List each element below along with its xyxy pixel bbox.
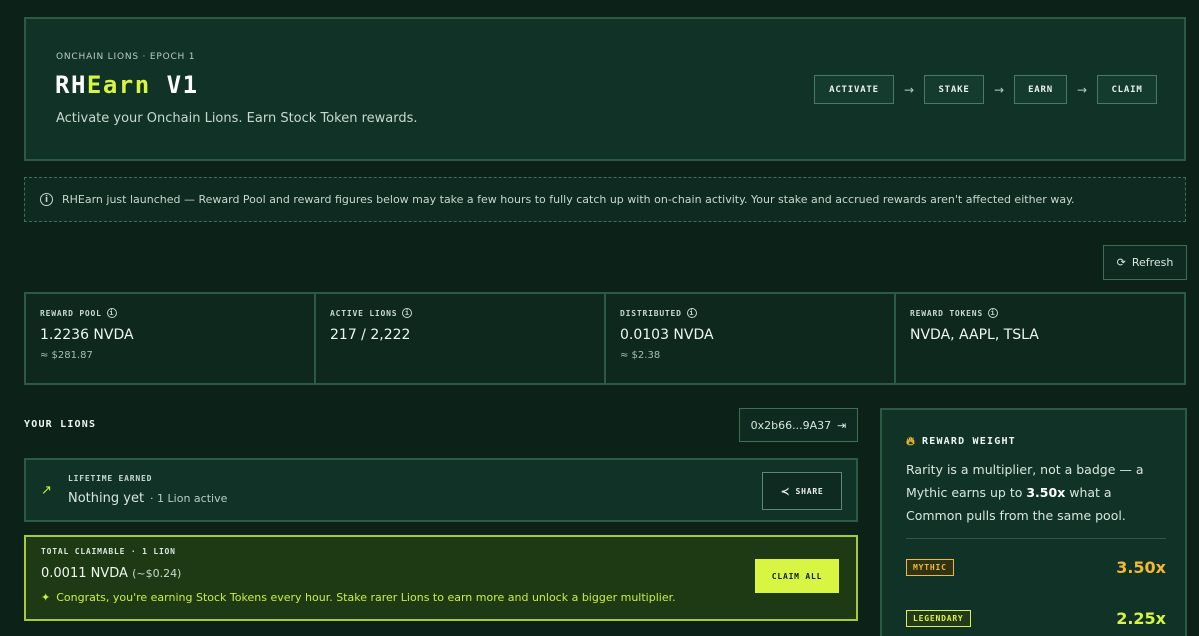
eyebrow: ONCHAIN LIONS · EPOCH 1 bbox=[56, 52, 196, 62]
claimable-card: TOTAL CLAIMABLE · 1 LION 0.0011 NVDA (~$… bbox=[24, 535, 858, 621]
stat-label: REWARD POOL bbox=[40, 308, 102, 318]
page-title: RHEarn V1 bbox=[55, 71, 199, 99]
stat-active-lions: ACTIVE LIONS i 217 / 2,222 bbox=[316, 294, 606, 383]
arrow-right-icon: → bbox=[903, 82, 915, 97]
claimable-amount: 0.0011 NVDA bbox=[41, 566, 128, 581]
claimable-usd: (~$0.24) bbox=[132, 567, 182, 580]
tier-badge: MYTHIC bbox=[906, 559, 954, 576]
stat-label: REWARD TOKENS bbox=[910, 308, 984, 318]
stat-distributed: DISTRIBUTED i 0.0103 NVDA ≈ $2.38 bbox=[606, 294, 896, 383]
notice-banner: i RHEarn just launched — Reward Pool and… bbox=[24, 177, 1186, 222]
refresh-button[interactable]: ⟳ Refresh bbox=[1103, 245, 1187, 280]
lifetime-earned-card: ↗ LIFETIME EARNED Nothing yet · 1 Lion ac… bbox=[24, 458, 858, 522]
title-suffix: V1 bbox=[150, 71, 199, 99]
stat-reward-pool: REWARD POOL i 1.2236 NVDA ≈ $281.87 bbox=[26, 294, 316, 383]
reward-weight-description: Rarity is a multiplier, not a badge — a … bbox=[906, 458, 1170, 527]
tier-row-legendary: LEGENDARY 2.25x bbox=[906, 609, 1166, 628]
sparkle-icon: ✦ bbox=[41, 591, 51, 604]
claimable-value: 0.0011 NVDA (~$0.24) bbox=[41, 566, 181, 581]
lifetime-value: Nothing yet · 1 Lion active bbox=[68, 491, 227, 506]
step-activate: ACTIVATE bbox=[814, 75, 894, 104]
reward-weight-panel: 🔥︎ REWARD WEIGHT Rarity is a multiplier,… bbox=[880, 408, 1187, 636]
divider bbox=[906, 538, 1166, 539]
lifetime-amount: Nothing yet bbox=[68, 491, 145, 506]
page-subtitle: Activate your Onchain Lions. Earn Stock … bbox=[56, 111, 418, 126]
stat-label: ACTIVE LIONS bbox=[330, 308, 398, 318]
logout-icon: ⇥ bbox=[837, 418, 847, 432]
claim-all-button[interactable]: CLAIM ALL bbox=[755, 559, 839, 593]
info-icon[interactable]: i bbox=[686, 308, 697, 318]
step-claim: CLAIM bbox=[1097, 75, 1157, 104]
wallet-address: 0x2b66...9A37 bbox=[750, 418, 832, 432]
stat-value: NVDA, AAPL, TSLA bbox=[910, 327, 1039, 343]
trend-up-icon: ↗ bbox=[41, 483, 52, 498]
hero-panel: ONCHAIN LIONS · EPOCH 1 RHEarn V1 Activa… bbox=[24, 17, 1186, 161]
share-label: SHARE bbox=[795, 486, 824, 496]
stat-usd: ≈ $2.38 bbox=[620, 350, 661, 361]
tier-badge: LEGENDARY bbox=[906, 610, 971, 627]
notice-text: RHEarn just launched — Reward Pool and r… bbox=[62, 193, 1075, 206]
share-button[interactable]: ≺ SHARE bbox=[762, 472, 842, 510]
stats-row: REWARD POOL i 1.2236 NVDA ≈ $281.87 ACTIV… bbox=[24, 292, 1186, 385]
info-icon: i bbox=[40, 193, 53, 206]
desc-bold: 3.50x bbox=[1026, 485, 1066, 500]
title-prefix: RH bbox=[55, 71, 87, 99]
stat-value: 1.2236 NVDA bbox=[40, 327, 134, 343]
reward-weight-heading: 🔥︎ REWARD WEIGHT bbox=[906, 434, 1016, 449]
congrats-text: Congrats, you're earning Stock Tokens ev… bbox=[56, 591, 676, 604]
wallet-button[interactable]: 0x2b66...9A37 ⇥ bbox=[739, 408, 858, 442]
share-icon: ≺ bbox=[780, 484, 791, 498]
lifetime-label: LIFETIME EARNED bbox=[68, 474, 153, 483]
lifetime-note: · 1 Lion active bbox=[150, 492, 228, 505]
stat-value: 0.0103 NVDA bbox=[620, 327, 714, 343]
arrow-right-icon: → bbox=[993, 82, 1005, 97]
title-accent: Earn bbox=[86, 71, 151, 99]
stat-value: 217 / 2,222 bbox=[330, 327, 411, 343]
tier-row-mythic: MYTHIC 3.50x bbox=[906, 558, 1166, 577]
step-stake: STAKE bbox=[924, 75, 984, 104]
step-earn: EARN bbox=[1014, 75, 1067, 104]
info-icon[interactable]: i bbox=[988, 308, 999, 318]
tier-multiplier: 3.50x bbox=[1116, 558, 1166, 577]
your-lions-heading: YOUR LIONS bbox=[24, 419, 97, 430]
info-icon[interactable]: i bbox=[402, 308, 413, 318]
stat-label: DISTRIBUTED bbox=[620, 308, 682, 318]
arrow-right-icon: → bbox=[1076, 82, 1088, 97]
refresh-label: Refresh bbox=[1131, 256, 1174, 269]
steps-flow: ACTIVATE → STAKE → EARN → CLAIM bbox=[814, 75, 1157, 104]
info-icon[interactable]: i bbox=[106, 308, 117, 318]
claimable-label: TOTAL CLAIMABLE · 1 LION bbox=[41, 547, 176, 556]
flame-icon: 🔥︎ bbox=[906, 434, 917, 448]
reward-weight-title: REWARD WEIGHT bbox=[922, 436, 1016, 447]
stat-reward-tokens: REWARD TOKENS i NVDA, AAPL, TSLA bbox=[896, 294, 1184, 383]
stat-usd: ≈ $281.87 bbox=[40, 350, 93, 361]
congrats-message: ✦ Congrats, you're earning Stock Tokens … bbox=[41, 591, 676, 604]
tier-multiplier: 2.25x bbox=[1116, 609, 1166, 628]
refresh-icon: ⟳ bbox=[1116, 256, 1126, 269]
